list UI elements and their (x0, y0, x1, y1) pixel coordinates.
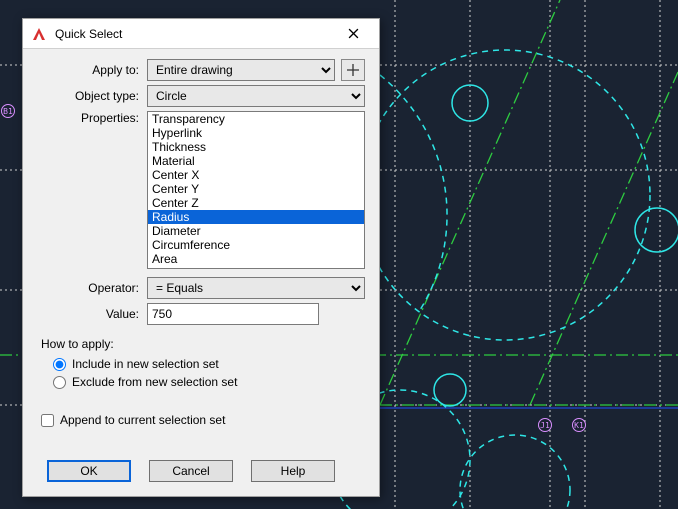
operator-select[interactable]: = Equals (147, 277, 365, 299)
append-label: Append to current selection set (60, 413, 225, 427)
node-marker: J1 (538, 418, 552, 432)
how-to-apply-group: How to apply: Include in new selection s… (37, 333, 365, 403)
ok-button[interactable]: OK (47, 460, 131, 482)
property-item[interactable]: Normal X (148, 266, 364, 269)
property-item[interactable]: Transparency (148, 112, 364, 126)
help-button[interactable]: Help (251, 460, 335, 482)
include-label: Include in new selection set (72, 357, 219, 371)
properties-label: Properties: (37, 111, 147, 125)
property-item[interactable]: Center Z (148, 196, 364, 210)
dialog-title: Quick Select (55, 27, 333, 41)
apply-to-label: Apply to: (37, 63, 147, 77)
value-label: Value: (37, 307, 147, 321)
operator-label: Operator: (37, 281, 147, 295)
apply-to-select[interactable]: Entire drawing (147, 59, 335, 81)
how-to-apply-label: How to apply: (41, 337, 357, 351)
include-radio-row[interactable]: Include in new selection set (53, 357, 357, 371)
titlebar[interactable]: Quick Select (23, 19, 379, 49)
include-radio[interactable] (53, 358, 66, 371)
property-item[interactable]: Circumference (148, 238, 364, 252)
property-item[interactable]: Thickness (148, 140, 364, 154)
exclude-label: Exclude from new selection set (72, 375, 237, 389)
quick-select-dialog: Quick Select Apply to: Entire drawing Ob… (22, 18, 380, 497)
exclude-radio[interactable] (53, 376, 66, 389)
value-input[interactable] (147, 303, 319, 325)
property-item[interactable]: Center Y (148, 182, 364, 196)
append-check-row[interactable]: Append to current selection set (41, 413, 365, 427)
object-type-select[interactable]: Circle (147, 85, 365, 107)
pick-objects-button[interactable] (341, 59, 365, 81)
append-checkbox[interactable] (41, 414, 54, 427)
property-item[interactable]: Diameter (148, 224, 364, 238)
autocad-icon (31, 26, 47, 42)
object-type-label: Object type: (37, 89, 147, 103)
property-item[interactable]: Material (148, 154, 364, 168)
node-marker: B1 (1, 104, 15, 118)
close-button[interactable] (333, 20, 373, 48)
node-marker: K1 (572, 418, 586, 432)
property-item[interactable]: Radius (148, 210, 364, 224)
property-item[interactable]: Hyperlink (148, 126, 364, 140)
property-item[interactable]: Area (148, 252, 364, 266)
exclude-radio-row[interactable]: Exclude from new selection set (53, 375, 357, 389)
dialog-buttons: OK Cancel Help (23, 450, 379, 496)
cancel-button[interactable]: Cancel (149, 460, 233, 482)
properties-listbox[interactable]: TransparencyHyperlinkThicknessMaterialCe… (147, 111, 365, 269)
property-item[interactable]: Center X (148, 168, 364, 182)
